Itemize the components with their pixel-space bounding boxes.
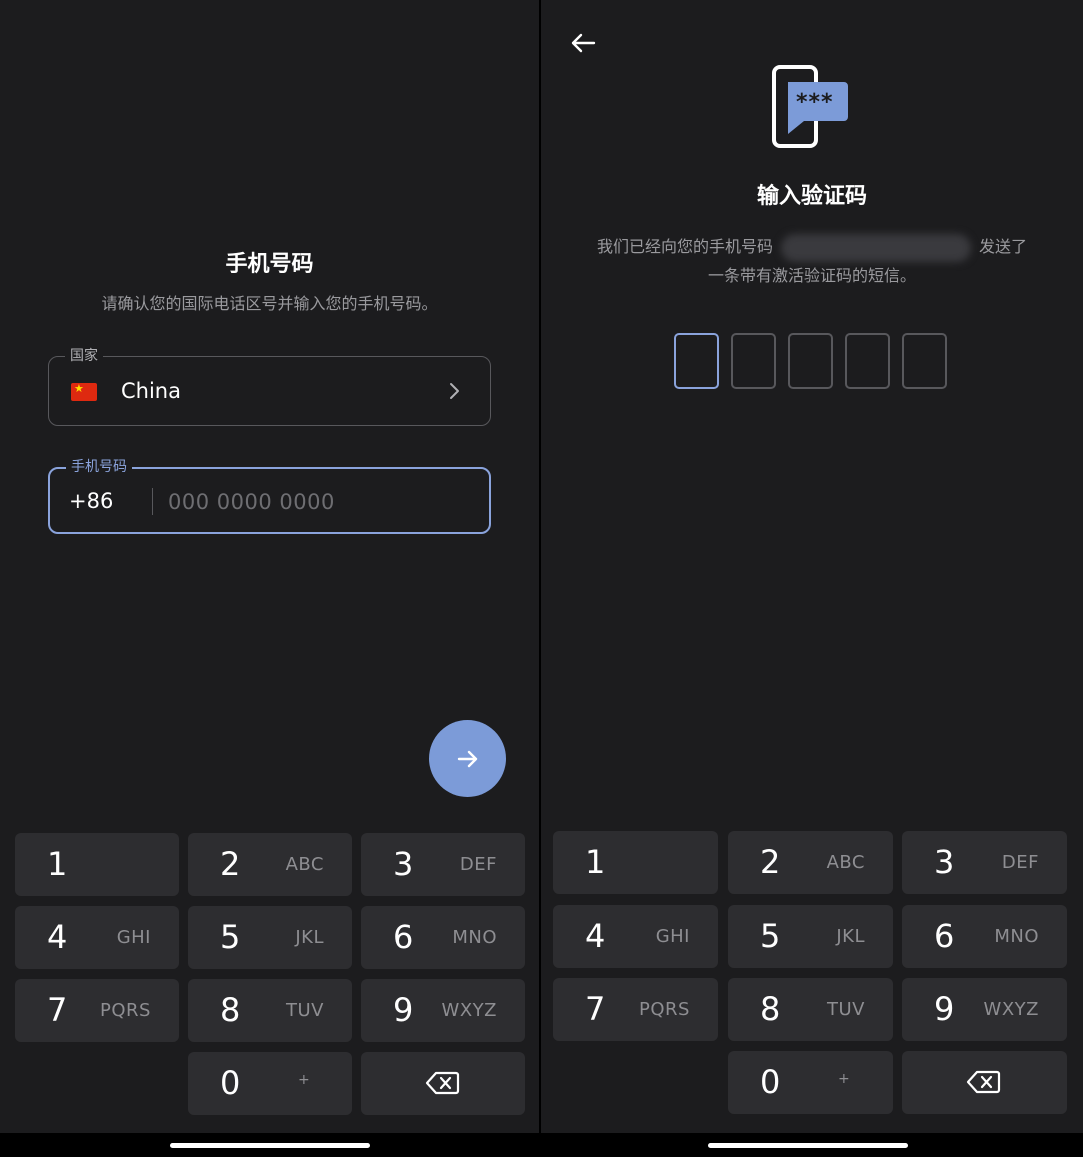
message-part2: 发送了: [979, 237, 1028, 256]
key-letters: GHI: [655, 926, 690, 947]
phone-number-field[interactable]: 手机号码 +86: [48, 457, 491, 534]
sms-code-asterisks: ***: [796, 90, 834, 115]
key-digit: 1: [47, 845, 68, 883]
home-indicator[interactable]: [708, 1143, 908, 1148]
key-letters: WXYZ: [441, 1000, 497, 1021]
field-divider: [152, 488, 153, 515]
backspace-icon: [425, 1071, 460, 1095]
key-digit: 4: [585, 917, 606, 955]
phone-field-label: 手机号码: [66, 457, 132, 477]
key-8[interactable]: 8 TUV: [188, 979, 352, 1042]
otp-digit-2[interactable]: [731, 333, 776, 389]
key-letters: ABC: [826, 852, 865, 873]
arrow-right-icon: [457, 750, 477, 767]
key-2[interactable]: 2 ABC: [188, 833, 352, 896]
page-subtitle: 我们已经向您的手机号码 发送了 一条带有激活验证码的短信。: [541, 233, 1083, 290]
navigation-bar: [541, 1133, 1083, 1157]
key-9[interactable]: 9 WXYZ: [361, 979, 525, 1042]
key-digit: 7: [47, 991, 68, 1029]
key-5[interactable]: 5 JKL: [728, 905, 893, 968]
key-9[interactable]: 9 WXYZ: [902, 978, 1067, 1041]
key-digit: 2: [760, 843, 781, 881]
key-digit: 7: [585, 990, 606, 1028]
key-digit: 5: [760, 917, 781, 955]
key-0[interactable]: 0 +: [188, 1052, 352, 1115]
key-letters: +: [298, 1072, 310, 1088]
redacted-phone-number: [781, 233, 971, 262]
next-button[interactable]: [429, 720, 506, 797]
key-letters: MNO: [452, 927, 497, 948]
key-digit: 3: [393, 845, 414, 883]
key-digit: 3: [934, 843, 955, 881]
key-6[interactable]: 6 MNO: [361, 906, 525, 969]
key-letters: ABC: [285, 854, 324, 875]
navigation-bar: [0, 1133, 539, 1157]
key-letters: DEF: [1001, 852, 1039, 873]
backspace-icon: [966, 1070, 1001, 1094]
page-title: 手机号码: [225, 252, 314, 277]
country-selector[interactable]: 国家 ★ China: [48, 346, 491, 426]
home-indicator[interactable]: [170, 1143, 370, 1148]
verification-code-screen: *** 输入验证码 我们已经向您的手机号码 发送了 一条带有激活验证码的短信。 1…: [541, 0, 1083, 1157]
key-letters: JKL: [295, 927, 324, 948]
page-title: 输入验证码: [756, 184, 867, 209]
country-name: China: [121, 379, 181, 403]
chevron-right-icon: [450, 383, 459, 399]
message-part1: 我们已经向您的手机号码: [596, 237, 773, 256]
key-digit: 9: [934, 990, 955, 1028]
message-line2: 一条带有激活验证码的短信。: [707, 265, 916, 285]
key-3[interactable]: 3 DEF: [361, 833, 525, 896]
sms-code-icon: ***: [770, 62, 852, 152]
key-letters: DEF: [459, 854, 497, 875]
key-letters: JKL: [836, 926, 865, 947]
key-digit: 1: [585, 843, 606, 881]
china-flag-icon: ★: [71, 383, 97, 401]
key-letters: PQRS: [639, 999, 690, 1020]
key-digit: 6: [934, 917, 955, 955]
otp-digit-4[interactable]: [845, 333, 890, 389]
key-letters: WXYZ: [983, 999, 1039, 1020]
key-digit: 0: [220, 1064, 241, 1102]
backspace-key[interactable]: [902, 1051, 1067, 1114]
key-letters: +: [838, 1071, 850, 1087]
key-7[interactable]: 7 PQRS: [553, 978, 718, 1041]
key-digit: 5: [220, 918, 241, 956]
key-digit: 9: [393, 991, 414, 1029]
dial-code[interactable]: +86: [69, 489, 113, 513]
key-letters: GHI: [116, 927, 151, 948]
key-1[interactable]: 1: [553, 831, 718, 894]
key-letters: PQRS: [100, 1000, 151, 1021]
key-letters: MNO: [994, 926, 1039, 947]
phone-number-input[interactable]: [168, 485, 468, 519]
key-8[interactable]: 8 TUV: [728, 978, 893, 1041]
key-digit: 6: [393, 918, 414, 956]
key-letters: TUV: [827, 999, 865, 1020]
otp-digit-5[interactable]: [902, 333, 947, 389]
key-4[interactable]: 4 GHI: [553, 905, 718, 968]
otp-digit-3[interactable]: [788, 333, 833, 389]
key-letters: TUV: [286, 1000, 324, 1021]
country-field-label: 国家: [65, 346, 103, 366]
key-4[interactable]: 4 GHI: [15, 906, 179, 969]
backspace-key[interactable]: [361, 1052, 525, 1115]
key-2[interactable]: 2 ABC: [728, 831, 893, 894]
key-digit: 8: [760, 990, 781, 1028]
key-1[interactable]: 1: [15, 833, 179, 896]
key-digit: 4: [47, 918, 68, 956]
key-digit: 2: [220, 845, 241, 883]
key-7[interactable]: 7 PQRS: [15, 979, 179, 1042]
page-subtitle: 请确认您的国际电话区号并输入您的手机号码。: [101, 294, 438, 313]
key-digit: 8: [220, 991, 241, 1029]
arrow-left-icon[interactable]: [568, 28, 598, 58]
phone-number-screen: 手机号码 请确认您的国际电话区号并输入您的手机号码。 国家 ★ China 手机…: [0, 0, 539, 1157]
key-digit: 0: [760, 1063, 781, 1101]
key-6[interactable]: 6 MNO: [902, 905, 1067, 968]
key-0[interactable]: 0 +: [728, 1051, 893, 1114]
key-5[interactable]: 5 JKL: [188, 906, 352, 969]
otp-digit-1[interactable]: [674, 333, 719, 389]
key-3[interactable]: 3 DEF: [902, 831, 1067, 894]
